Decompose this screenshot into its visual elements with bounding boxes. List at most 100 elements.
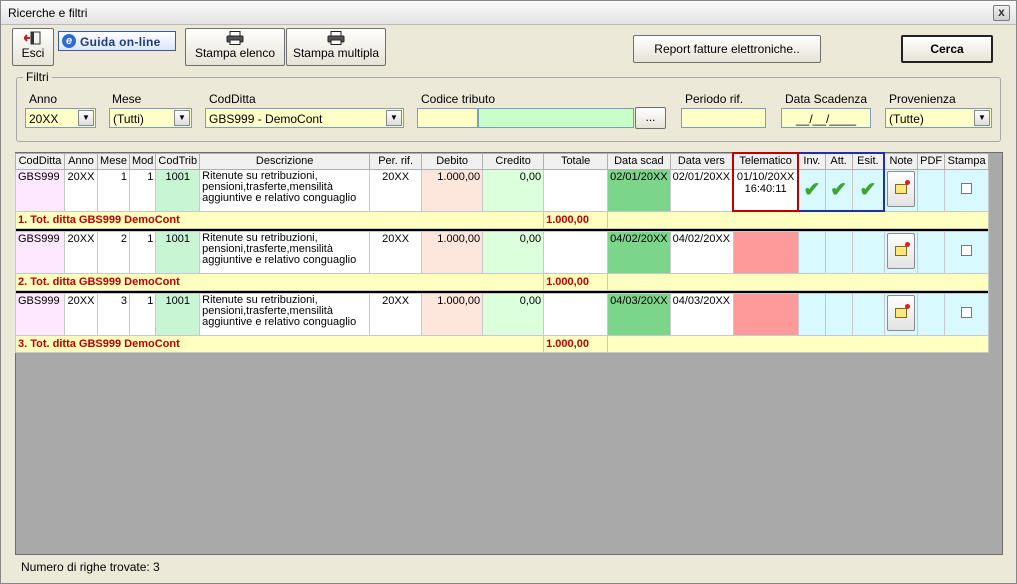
cell-esit <box>851 230 885 274</box>
dropdown-arrow-icon[interactable]: ▼ <box>78 110 94 126</box>
cell-codditta: GBS999 <box>15 292 65 336</box>
guida-online-button[interactable]: e Guida on-line <box>58 31 176 51</box>
col-header[interactable]: Totale <box>543 152 609 170</box>
codditta-value: GBS999 - DemoCont <box>209 112 323 126</box>
cerca-button[interactable]: Cerca <box>901 35 993 63</box>
total-filler <box>607 210 990 229</box>
cell-credito: 0,00 <box>482 230 545 274</box>
close-button[interactable]: x <box>993 5 1010 21</box>
periodo-rif-field[interactable] <box>681 108 766 128</box>
total-label: 2. Tot. ditta GBS999 DemoCont <box>14 272 545 291</box>
col-header[interactable]: Data scad <box>607 152 671 170</box>
cell-anno: 20XX <box>64 230 98 274</box>
dropdown-arrow-icon[interactable]: ▼ <box>386 110 402 126</box>
mese-select[interactable]: (Tutti) ▼ <box>109 108 192 128</box>
total-filler <box>607 334 990 353</box>
col-header[interactable]: Esit. <box>851 152 886 170</box>
cell-totale <box>543 230 609 274</box>
anno-select[interactable]: 20XX ▼ <box>25 108 96 128</box>
note-button[interactable] <box>886 294 915 331</box>
note-button[interactable] <box>886 232 915 269</box>
codice-tributo-lookup-button[interactable]: ... <box>635 107 666 129</box>
table-row[interactable]: GBS999 20XX 3 1 1001 Ritenute su retribu… <box>15 292 990 336</box>
col-header[interactable]: Att. <box>824 152 853 170</box>
guida-label: Guida on-line <box>80 35 161 49</box>
title-bar: Ricerche e filtri x <box>1 1 1016 25</box>
cell-note <box>883 292 919 336</box>
codice-tributo-field[interactable] <box>417 108 478 128</box>
col-header[interactable]: Per. rif. <box>369 152 423 170</box>
stampa-elenco-label: Stampa elenco <box>194 46 276 60</box>
table-row[interactable]: GBS999 20XX 2 1 1001 Ritenute su retribu… <box>15 230 990 274</box>
cell-pdf <box>917 230 946 274</box>
cell-codtrib: 1001 <box>155 292 201 336</box>
cell-anno: 20XX <box>64 292 98 336</box>
total-label: 3. Tot. ditta GBS999 DemoCont <box>14 334 545 353</box>
cell-note <box>883 230 919 274</box>
col-header[interactable]: Note <box>883 152 919 170</box>
total-value: 1.000,00 <box>543 334 609 353</box>
codice-tributo-description <box>478 108 634 128</box>
cell-inv <box>797 292 826 336</box>
col-header[interactable]: Mese <box>97 152 130 170</box>
cell-perrif: 20XX <box>369 230 423 274</box>
cell-telematico <box>732 230 799 274</box>
report-fatture-button[interactable]: Report fatture elettroniche.. <box>633 35 821 63</box>
col-header[interactable]: Descrizione <box>199 152 371 170</box>
cell-mese: 2 <box>97 230 130 274</box>
cell-totale <box>543 292 609 336</box>
cell-debito: 1.000,00 <box>421 168 484 212</box>
data-scadenza-label: Data Scadenza <box>785 92 868 106</box>
codditta-select[interactable]: GBS999 - DemoCont ▼ <box>205 108 404 128</box>
stampa-multipla-button[interactable]: Stampa multipla <box>286 28 386 66</box>
esci-button[interactable]: Esci <box>12 28 54 66</box>
results-grid: CodDitta Anno Mese Mod CodTrib Descrizio… <box>14 152 990 353</box>
col-header[interactable]: Inv. <box>797 152 826 170</box>
cell-data-vers: 04/02/20XX <box>669 230 734 274</box>
window-title: Ricerche e filtri <box>8 6 88 20</box>
stampa-elenco-button[interactable]: Stampa elenco <box>185 28 285 66</box>
data-scadenza-field[interactable]: __/__/____ <box>781 108 871 128</box>
stampa-checkbox[interactable] <box>961 244 973 256</box>
cell-anno: 20XX <box>64 168 98 212</box>
col-header[interactable]: PDF <box>917 152 946 170</box>
att-check-icon: ✔ <box>824 168 853 212</box>
cell-perrif: 20XX <box>369 292 423 336</box>
cell-descrizione: Ritenute su retribuzioni, pensioni,trasf… <box>199 168 371 212</box>
cell-debito: 1.000,00 <box>421 292 484 336</box>
col-header[interactable]: Debito <box>421 152 484 170</box>
cell-totale <box>543 168 609 212</box>
col-header[interactable]: CodTrib <box>155 152 201 170</box>
cell-codtrib: 1001 <box>155 168 201 212</box>
cell-data-vers: 04/03/20XX <box>669 292 734 336</box>
provenienza-select[interactable]: (Tutte) ▼ <box>885 108 992 128</box>
cell-stampa <box>944 230 990 274</box>
provenienza-value: (Tutte) <box>889 112 924 126</box>
col-header[interactable]: Data vers <box>669 152 734 170</box>
table-row[interactable]: GBS999 20XX 1 1 1001 Ritenute su retribu… <box>15 168 990 212</box>
provenienza-label: Provenienza <box>889 92 956 106</box>
cell-att <box>824 230 853 274</box>
col-header[interactable]: Stampa <box>944 152 990 170</box>
total-row: 2. Tot. ditta GBS999 DemoCont 1.000,00 <box>14 272 990 291</box>
total-value: 1.000,00 <box>543 210 609 229</box>
mese-value: (Tutti) <box>113 112 144 126</box>
total-value: 1.000,00 <box>543 272 609 291</box>
cell-pdf <box>917 168 946 212</box>
total-filler <box>607 272 990 291</box>
col-header[interactable]: Anno <box>64 152 98 170</box>
col-header[interactable]: CodDitta <box>15 152 65 170</box>
total-label: 1. Tot. ditta GBS999 DemoCont <box>14 210 545 229</box>
stampa-checkbox[interactable] <box>961 306 973 318</box>
filtri-legend: Filtri <box>23 70 52 84</box>
cell-att <box>824 292 853 336</box>
dropdown-arrow-icon[interactable]: ▼ <box>974 110 990 126</box>
col-header[interactable]: Telematico <box>732 152 800 170</box>
stampa-checkbox[interactable] <box>961 182 973 194</box>
cell-note <box>883 168 919 212</box>
dropdown-arrow-icon[interactable]: ▼ <box>174 110 190 126</box>
col-header[interactable]: Mod <box>128 152 157 170</box>
col-header[interactable]: Credito <box>482 152 545 170</box>
note-button[interactable] <box>887 170 916 207</box>
cell-codditta: GBS999 <box>15 168 65 212</box>
